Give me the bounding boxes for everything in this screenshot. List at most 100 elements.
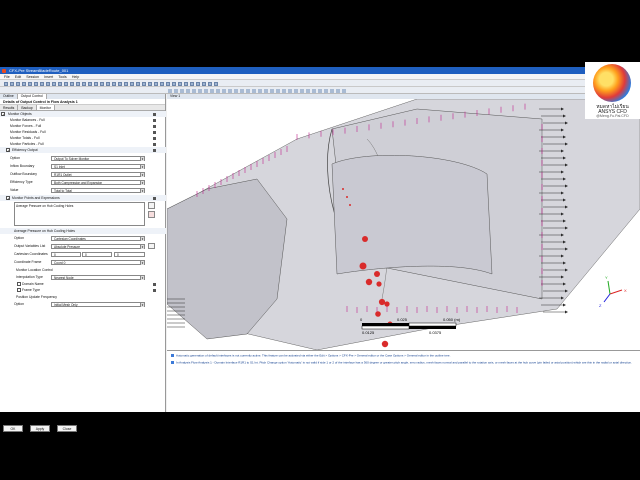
interp-select[interactable]: Nearest Node ▾ (51, 274, 145, 280)
toolbar-icon[interactable] (154, 81, 158, 86)
inflow-select[interactable]: S1 Inlet ▾ (51, 163, 145, 169)
chevron-down-icon[interactable]: ▾ (140, 275, 144, 280)
toolbar-icon[interactable] (178, 81, 182, 86)
toolbar-icon[interactable] (294, 88, 298, 93)
outflow-select[interactable]: R1R1 Outlet ▾ (51, 171, 145, 177)
expand-icon[interactable] (153, 142, 156, 146)
toolbar-icon[interactable] (160, 81, 164, 86)
chevron-down-icon[interactable]: ▾ (140, 236, 144, 241)
toolbar-icon[interactable] (276, 88, 280, 93)
monitor-objects-checkbox[interactable] (1, 112, 5, 117)
toolbar-icon[interactable] (214, 81, 218, 86)
toolbar-icon[interactable] (142, 81, 146, 86)
toolbar-icon[interactable] (190, 81, 194, 86)
toolbar-icon[interactable] (192, 88, 196, 93)
toolbar-icon[interactable] (94, 81, 98, 86)
expand-icon[interactable] (153, 282, 156, 286)
monitor-points-checkbox[interactable] (6, 196, 10, 201)
expand-icon[interactable] (153, 124, 156, 128)
efficiency-output-checkbox[interactable] (6, 148, 10, 153)
tab-backup[interactable]: Backup (18, 105, 37, 110)
toolbar-icon[interactable] (10, 81, 14, 86)
toolbar-icon[interactable] (234, 88, 238, 93)
chevron-down-icon[interactable]: ▾ (140, 302, 144, 307)
toolbar-icon[interactable] (318, 88, 322, 93)
toolbar-icon[interactable] (288, 88, 292, 93)
toolbar-icon[interactable] (258, 88, 262, 93)
toolbar-icon[interactable] (168, 88, 172, 93)
toolbar-icon[interactable] (228, 88, 232, 93)
toolbar-icon[interactable] (136, 81, 140, 86)
value-select[interactable]: Total to Total ▾ (51, 187, 145, 193)
toolbar-icon[interactable] (196, 81, 200, 86)
tab-outline[interactable]: Outline (0, 94, 18, 99)
toolbar-icon[interactable] (148, 81, 152, 86)
pos-option-select[interactable]: Initial Mesh Only ▾ (51, 301, 145, 307)
toolbar-icon[interactable] (240, 88, 244, 93)
toolbar-icon[interactable] (198, 88, 202, 93)
efficiency-type-select[interactable]: Both Compression and Expansion ▾ (51, 179, 145, 185)
monitor-points-list[interactable]: Average Pressure on Hub Cooling Holes (14, 202, 145, 226)
toolbar-icon[interactable] (180, 88, 184, 93)
tab-output-control[interactable]: Output Control (17, 94, 47, 99)
apply-button[interactable]: Apply (30, 425, 50, 432)
option-select[interactable]: Output To Solver Monitor ▾ (51, 155, 145, 161)
delete-item-button[interactable] (148, 211, 155, 218)
toolbar-icon[interactable] (124, 81, 128, 86)
toolbar-icon[interactable] (172, 81, 176, 86)
chevron-down-icon[interactable]: ▾ (140, 164, 144, 169)
toolbar-icon[interactable] (342, 88, 346, 93)
cart-x-input[interactable]: 0 (51, 251, 81, 257)
chevron-down-icon[interactable]: ▾ (140, 172, 144, 177)
toolbar-icon[interactable] (112, 81, 116, 86)
message-row[interactable]: Automatic generation of default interfac… (171, 353, 636, 358)
toolbar-icon[interactable] (70, 81, 74, 86)
toolbar-icon[interactable] (166, 81, 170, 86)
toolbar-icon[interactable] (130, 81, 134, 86)
toolbar-icon[interactable] (34, 81, 38, 86)
toolbar-icon[interactable] (330, 88, 334, 93)
3d-viewer[interactable]: View 1 0 0.025 0.050 (m) 0.0125 0.0375 X… (167, 94, 640, 350)
coord-frame-select[interactable]: Coord 0 ▾ (51, 259, 145, 265)
toolbar-icon[interactable] (324, 88, 328, 93)
toolbar-icon[interactable] (22, 81, 26, 86)
toolbar-icon[interactable] (16, 81, 20, 86)
toolbar-icon[interactable] (282, 88, 286, 93)
toolbar-icon[interactable] (46, 81, 50, 86)
toolbar-icon[interactable] (100, 81, 104, 86)
toolbar-icon[interactable] (246, 88, 250, 93)
toolbar-icon[interactable] (76, 81, 80, 86)
toolbar-icon[interactable] (82, 81, 86, 86)
add-item-button[interactable] (148, 202, 155, 209)
toolbar-icon[interactable] (58, 81, 62, 86)
expand-icon[interactable] (153, 136, 156, 140)
more-options-button[interactable] (148, 242, 155, 249)
cart-z-input[interactable]: 0 (114, 251, 145, 257)
toolbar-icon[interactable] (4, 81, 8, 86)
toolbar-icon[interactable] (106, 81, 110, 86)
toolbar-icon[interactable] (336, 88, 340, 93)
chevron-down-icon[interactable]: ▾ (140, 244, 144, 249)
expand-icon[interactable] (153, 130, 156, 134)
toolbar-icon[interactable] (300, 88, 304, 93)
toolbar-icon[interactable] (270, 88, 274, 93)
chevron-down-icon[interactable]: ▾ (140, 188, 144, 193)
toolbar-icon[interactable] (306, 88, 310, 93)
toolbar-icon[interactable] (312, 88, 316, 93)
domain-name-checkbox[interactable] (17, 282, 21, 286)
collapse-icon[interactable] (153, 148, 156, 152)
toolbar-icon[interactable] (204, 88, 208, 93)
tab-results[interactable]: Results (0, 105, 19, 110)
toolbar-icon[interactable] (252, 88, 256, 93)
output-var-select[interactable]: Absolute Pressure ▾ (51, 243, 145, 249)
expand-icon[interactable] (153, 288, 156, 292)
toolbar-icon[interactable] (118, 81, 122, 86)
toolbar-icon[interactable] (222, 88, 226, 93)
toolbar-icon[interactable] (210, 88, 214, 93)
toolbar-icon[interactable] (264, 88, 268, 93)
toolbar-icon[interactable] (28, 81, 32, 86)
toolbar-icon[interactable] (64, 81, 68, 86)
toolbar-icon[interactable] (40, 81, 44, 86)
cart-y-input[interactable]: 0 (82, 251, 112, 257)
chevron-down-icon[interactable]: ▾ (140, 180, 144, 185)
